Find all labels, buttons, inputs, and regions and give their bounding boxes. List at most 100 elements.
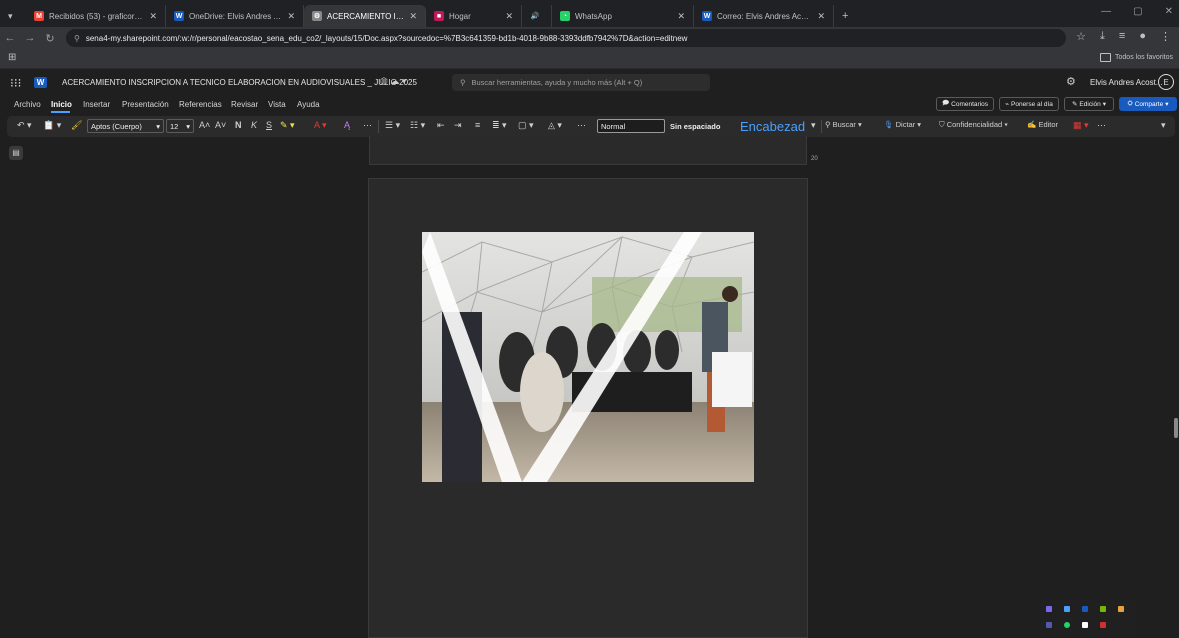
new-tab-button[interactable]: + — [834, 5, 854, 27]
url-field[interactable]: ⚲ sena4-my.sharepoint.com/:w:/r/personal… — [66, 29, 1066, 47]
share-button[interactable]: ⛭ Comparte ▾ — [1119, 97, 1177, 111]
expand-ribbon-chevron-icon[interactable]: ▾ — [1161, 120, 1166, 131]
all-bookmarks-folder[interactable]: Todos los favoritos — [1100, 53, 1173, 62]
italic-icon[interactable]: K — [251, 120, 257, 130]
browser-tab[interactable]: ◔ WhatsApp ✕ — [552, 5, 694, 27]
inserted-photo[interactable] — [422, 232, 754, 482]
apps-grid-icon[interactable]: ⊞ — [8, 52, 16, 63]
font-family-select[interactable]: Aptos (Cuerpo) ▾ — [87, 119, 164, 133]
catch-up-button[interactable]: ⌁ Ponerse al día — [999, 97, 1059, 111]
highlight-icon[interactable]: ✎ ▾ — [280, 120, 295, 131]
search-input[interactable]: ⚲ Buscar herramientas, ayuda y mucho más… — [452, 74, 710, 91]
paste-icon[interactable]: 📋 ▾ — [43, 120, 61, 131]
comments-button[interactable]: 🗩 Comentarios — [936, 97, 994, 111]
styles-icon[interactable]: Ą — [344, 120, 350, 130]
tab-referencias[interactable]: Referencias — [179, 100, 222, 109]
tray-app-icon[interactable] — [1064, 606, 1070, 612]
line-spacing-icon[interactable]: ≣ ▾ — [492, 120, 507, 131]
close-tab-icon[interactable]: ✕ — [409, 11, 417, 22]
download-icon[interactable]: ⤓ — [1100, 30, 1105, 43]
close-tab-icon[interactable]: ✕ — [677, 11, 685, 22]
tab-presentacion[interactable]: Presentación — [122, 100, 169, 109]
browser-tab[interactable]: W Correo: Elvis Andres Acosta Os ✕ — [694, 5, 834, 27]
tab-menu-button[interactable]: ▾ — [0, 5, 26, 27]
browser-menu-icon[interactable]: ⋮ — [1160, 30, 1171, 43]
tab-insertar[interactable]: Insertar — [83, 100, 110, 109]
tab-inicio[interactable]: Inicio — [51, 100, 72, 109]
tab-revisar[interactable]: Revisar — [231, 100, 258, 109]
reload-icon[interactable]: ↻ — [40, 32, 60, 45]
back-icon[interactable]: ← — [0, 32, 20, 44]
more-font-icon[interactable]: ⋯ — [363, 120, 372, 131]
tray-app-icon[interactable] — [1100, 622, 1106, 628]
align-icon[interactable]: ≡ — [475, 120, 480, 130]
tray-app-icon[interactable] — [1064, 622, 1070, 628]
style-normal[interactable]: Normal — [597, 119, 665, 133]
doc-status-icons[interactable]: ⬡ ☁ ▾ — [380, 76, 406, 87]
bullets-icon[interactable]: ☰ ▾ — [385, 120, 400, 131]
font-size-select[interactable]: 12 ▾ — [166, 119, 194, 133]
close-tab-icon[interactable]: ✕ — [505, 11, 513, 22]
browser-tab[interactable]: M Recibidos (53) - graficorelvisaco ✕ — [26, 5, 166, 27]
avatar[interactable]: E — [1158, 74, 1174, 90]
shrink-font-icon[interactable]: A˅ — [215, 120, 226, 130]
close-window-icon[interactable]: ✕ — [1165, 6, 1173, 17]
minimize-icon[interactable]: — — [1101, 6, 1111, 17]
tab-vista[interactable]: Vista — [268, 100, 286, 109]
tab-archivo[interactable]: Archivo — [14, 100, 41, 109]
more-options-icon[interactable]: ⋯ — [1097, 120, 1106, 131]
document-title[interactable]: ACERCAMIENTO INSCRIPCION A TECNICO ELABO… — [62, 78, 417, 87]
browser-tab[interactable]: ■ Hogar ✕ — [426, 5, 522, 27]
user-name[interactable]: Elvis Andres Acost... — [1090, 78, 1162, 87]
undo-icon[interactable]: ↶ ▾ — [17, 120, 32, 131]
close-tab-icon[interactable]: ✕ — [817, 11, 825, 22]
extensions-icon[interactable]: ≡ — [1119, 30, 1125, 43]
browser-tab[interactable]: 🔊✕ — [522, 5, 552, 27]
tray-nvidia-icon[interactable] — [1100, 606, 1106, 612]
editor-button[interactable]: ✍ Editor — [1027, 120, 1058, 129]
settings-gear-icon[interactable]: ⚙ — [1066, 75, 1076, 88]
increase-indent-icon[interactable]: ⇥ — [454, 120, 462, 131]
shading-icon[interactable]: ◬ ▾ — [548, 120, 562, 131]
dictate-button[interactable]: 🎙 Dictar ▾ — [884, 120, 921, 129]
tray-app-icon[interactable] — [1082, 606, 1088, 612]
numbering-icon[interactable]: ☷ ▾ — [410, 120, 425, 131]
bold-icon[interactable]: N — [235, 120, 242, 130]
editing-mode-button[interactable]: ✎ Edición ▾ — [1064, 97, 1114, 111]
bookmark-star-icon[interactable]: ☆ — [1076, 30, 1086, 43]
decrease-indent-icon[interactable]: ⇤ — [437, 120, 445, 131]
forward-icon[interactable]: → — [20, 32, 40, 44]
document-page[interactable] — [368, 178, 808, 638]
underline-icon[interactable]: S — [266, 120, 272, 130]
browser-tab[interactable]: ⚙ ACERCAMIENTO INSCRIPCION ✕ — [304, 5, 426, 27]
close-tab-icon[interactable]: ✕ — [149, 11, 157, 22]
styles-gallery-chevron-icon[interactable]: ▾ — [811, 120, 816, 131]
table-icon[interactable]: ▦ ▾ — [1073, 120, 1089, 131]
tab-ayuda[interactable]: Ayuda — [297, 100, 320, 109]
grow-font-icon[interactable]: A˄ — [199, 120, 210, 130]
catch-up-label: Ponerse al día — [1011, 100, 1053, 108]
app-launcher-icon[interactable]: ⁝⁝⁝ — [10, 76, 21, 90]
sensitivity-button[interactable]: ⛉ Confidencialidad ▾ — [939, 120, 1008, 130]
tray-teams-icon[interactable] — [1046, 622, 1052, 628]
word-logo-icon[interactable]: W — [34, 77, 47, 88]
format-painter-icon[interactable]: 🖌 — [71, 120, 82, 131]
profile-icon[interactable]: ● — [1139, 30, 1146, 43]
site-info-icon[interactable]: ⚲ — [74, 34, 80, 43]
more-paragraph-icon[interactable]: ⋯ — [577, 120, 586, 131]
navigation-pane-icon[interactable]: ▤ — [9, 146, 23, 160]
find-button[interactable]: ⚲ Buscar ▾ — [825, 120, 862, 129]
tray-app-icon[interactable] — [1118, 606, 1124, 612]
tray-app-icon[interactable] — [1082, 622, 1088, 628]
maximize-icon[interactable]: ▢ — [1133, 6, 1142, 17]
style-heading[interactable]: Encabezad — [737, 119, 811, 133]
document-canvas[interactable]: ▤ 20 — [0, 136, 1179, 638]
vertical-scrollbar[interactable] — [1174, 418, 1178, 438]
borders-icon[interactable]: ▢ ▾ — [518, 120, 534, 131]
tray-app-icon[interactable] — [1046, 606, 1052, 612]
font-color-icon[interactable]: A ▾ — [314, 120, 327, 131]
style-no-spacing[interactable]: Sin espaciado — [667, 119, 735, 133]
close-tab-icon[interactable]: ✕ — [287, 11, 295, 22]
browser-tab[interactable]: W OneDrive: Elvis Andres Acosta ✕ — [166, 5, 304, 27]
previous-page[interactable] — [369, 136, 807, 165]
